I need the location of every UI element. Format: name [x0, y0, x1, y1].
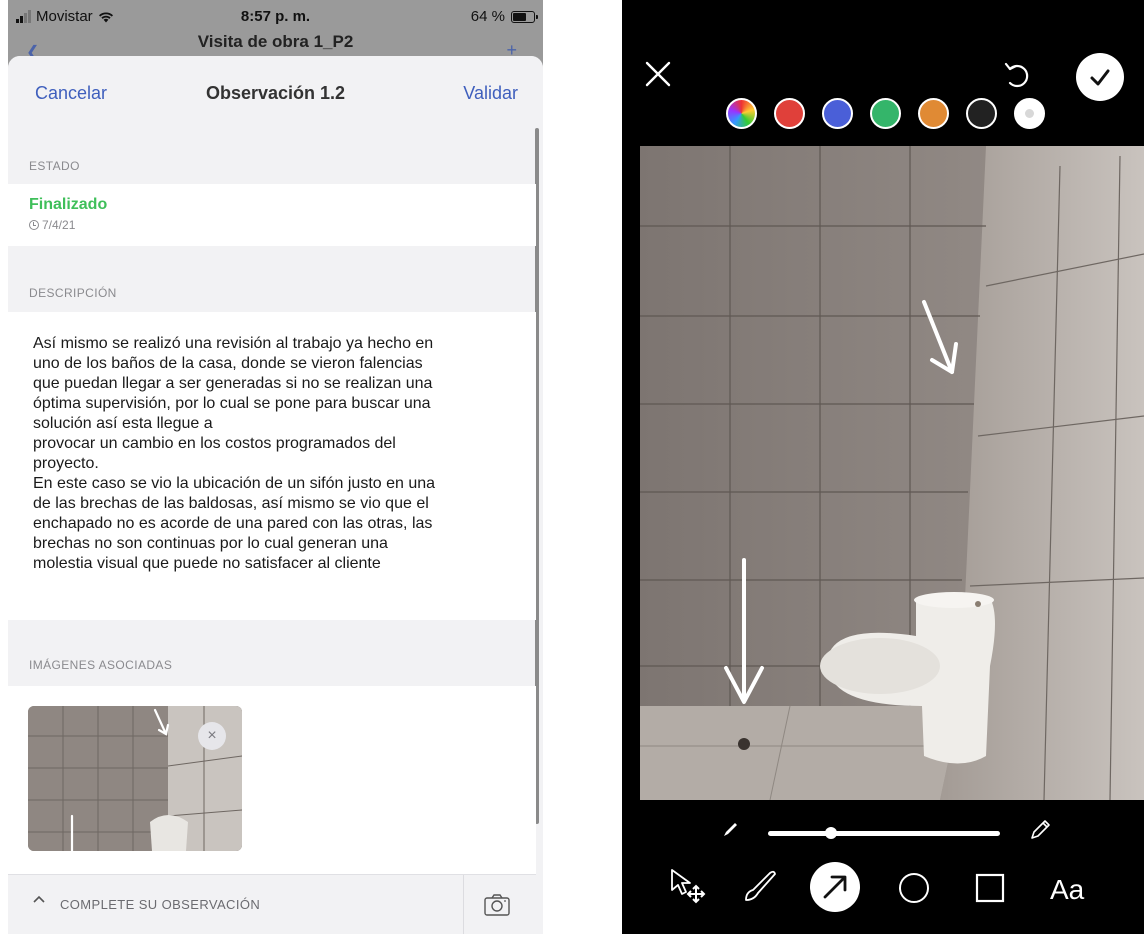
- complete-observation-label: COMPLETE SU OBSERVACIÓN: [60, 897, 261, 912]
- select-move-tool-icon[interactable]: [668, 866, 708, 906]
- camera-icon[interactable]: [483, 893, 511, 917]
- status-value: Finalizado: [29, 196, 108, 213]
- battery-percent: 64 %: [470, 8, 505, 25]
- description-line: enchapado no es acorde de una pared con …: [33, 515, 433, 532]
- sheet-navbar: Cancelar Observación 1.2 Validar: [8, 56, 543, 128]
- description-line: de las brechas de las baldosas, así mism…: [33, 495, 429, 512]
- images-section-header: IMÁGENES ASOCIADAS: [29, 658, 173, 672]
- color-palette: [726, 98, 1045, 129]
- description-line: proyecto.: [33, 455, 99, 472]
- color-swatch-orange[interactable]: [918, 98, 949, 129]
- status-date: 7/4/21: [42, 218, 76, 232]
- status-row[interactable]: Finalizado 7/4/21: [8, 184, 536, 246]
- description-text[interactable]: Así mismo se realizó una revisión al tra…: [33, 334, 513, 574]
- description-line: que puedan llegar a ser generadas si no …: [33, 375, 433, 392]
- description-panel[interactable]: Así mismo se realizó una revisión al tra…: [8, 312, 536, 620]
- confirm-button[interactable]: [1076, 53, 1124, 101]
- color-swatch-multicolor[interactable]: [726, 98, 757, 129]
- description-line: molestia visual que puede no satisfacer …: [33, 555, 381, 572]
- image-editor-screen: Aa: [622, 0, 1144, 934]
- description-line: solución así esta llegue a: [33, 415, 213, 432]
- pencil-thick-icon: [1031, 820, 1050, 839]
- description-line: brechas no son continuas por lo cual gen…: [33, 535, 388, 552]
- circle-tool-icon[interactable]: [896, 870, 932, 906]
- stroke-size-slider[interactable]: [768, 831, 1000, 836]
- images-panel: ×: [8, 686, 536, 874]
- validate-button[interactable]: Validar: [463, 83, 518, 104]
- underlying-page-title: Visita de obra 1_P2: [197, 32, 354, 51]
- color-swatch-white-selected[interactable]: [1014, 98, 1045, 129]
- status-bar: Movistar 8:57 p. m. 64 %: [8, 0, 543, 34]
- close-icon[interactable]: [644, 60, 672, 88]
- clock-time: 8:57 p. m.: [240, 8, 311, 25]
- description-line: Así mismo se realizó una revisión al tra…: [33, 335, 434, 352]
- color-swatch-red[interactable]: [774, 98, 805, 129]
- arrow-tool-button-selected[interactable]: [810, 862, 860, 912]
- text-tool-button[interactable]: Aa: [1050, 874, 1084, 906]
- drawing-toolbar: Aa: [622, 860, 1144, 916]
- divider: [463, 875, 464, 934]
- remove-image-button[interactable]: ×: [198, 722, 226, 750]
- description-line: provocar un cambio en los costos program…: [33, 435, 396, 452]
- color-swatch-blue[interactable]: [822, 98, 853, 129]
- pencil-thin-icon: [724, 823, 737, 836]
- status-date-group: 7/4/21: [29, 218, 75, 232]
- description-line: En este caso se vio la ubicación de un s…: [33, 475, 436, 492]
- complete-observation-bar[interactable]: COMPLETE SU OBSERVACIÓN: [8, 874, 536, 934]
- undo-icon[interactable]: [1002, 60, 1032, 90]
- checkmark-icon: [1090, 69, 1110, 86]
- battery-group: 64 %: [470, 8, 538, 25]
- observation-sheet: Cancelar Observación 1.2 Validar ESTADO …: [8, 56, 543, 934]
- description-line: óptima supervisión, por lo cual se pone …: [33, 395, 431, 412]
- status-section-header: ESTADO: [29, 159, 80, 173]
- editable-photo[interactable]: [640, 146, 1144, 800]
- brush-tool-icon[interactable]: [740, 866, 780, 906]
- clock-icon: [29, 220, 39, 230]
- color-swatch-green[interactable]: [870, 98, 901, 129]
- arrow-tool-icon: [823, 875, 847, 899]
- rectangle-tool-icon[interactable]: [972, 870, 1008, 906]
- battery-icon: [511, 10, 538, 23]
- chevron-up-icon: [33, 895, 45, 903]
- bathroom-photo: [640, 146, 1144, 800]
- observation-screen: Movistar 8:57 p. m. 64 % ❮ Visita de obr…: [8, 0, 543, 934]
- description-line: uno de los baños de la casa, donde se vi…: [33, 355, 423, 372]
- description-section-header: DESCRIPCIÓN: [29, 286, 117, 300]
- stroke-size-slider-thumb[interactable]: [824, 827, 837, 839]
- color-swatch-black[interactable]: [966, 98, 997, 129]
